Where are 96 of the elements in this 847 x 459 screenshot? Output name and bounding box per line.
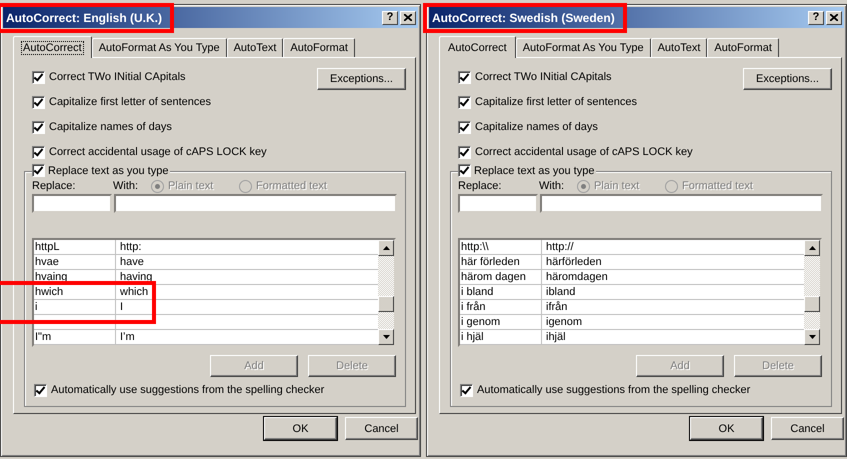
table-cell[interactable]: I"m bbox=[34, 330, 116, 344]
cancel-button[interactable]: Cancel bbox=[771, 417, 844, 440]
table-cell[interactable]: härom dagen bbox=[460, 270, 542, 284]
group-label: Replace text as you type bbox=[48, 164, 168, 176]
checkbox[interactable] bbox=[34, 384, 47, 396]
checkbox[interactable] bbox=[32, 120, 45, 134]
close-button[interactable] bbox=[826, 10, 842, 24]
table-cell[interactable]: ifrån bbox=[542, 300, 804, 314]
option-label: Correct TWo INitial CApitals bbox=[49, 71, 186, 83]
table-cell[interactable]: i genom bbox=[460, 315, 542, 329]
checkbox[interactable] bbox=[458, 70, 471, 84]
option-label: Capitalize names of days bbox=[49, 121, 172, 133]
checkbox[interactable] bbox=[32, 96, 45, 108]
radio-label: Plain text bbox=[594, 180, 640, 192]
close-icon bbox=[404, 14, 412, 21]
help-button[interactable]: ? bbox=[808, 10, 824, 24]
replace-field[interactable] bbox=[458, 194, 538, 213]
checkbox[interactable] bbox=[458, 120, 471, 134]
table-cell[interactable]: which bbox=[116, 285, 378, 299]
exceptions-button[interactable]: Exceptions... bbox=[317, 68, 406, 90]
cancel-button[interactable]: Cancel bbox=[345, 417, 418, 440]
option-label: Correct TWo INitial CApitals bbox=[475, 71, 612, 83]
table-cell[interactable]: having bbox=[116, 270, 378, 284]
table-cell[interactable]: I bbox=[116, 300, 378, 314]
option-label: Correct accidental usage of cAPS LOCK key bbox=[49, 146, 267, 158]
group-label: Replace text as you type bbox=[474, 164, 594, 176]
with-field[interactable] bbox=[540, 194, 823, 213]
scroll-thumb[interactable] bbox=[804, 296, 820, 312]
option-label: Correct accidental usage of cAPS LOCK key bbox=[475, 146, 693, 158]
close-icon bbox=[830, 14, 838, 21]
table-cell[interactable]: i från bbox=[460, 300, 542, 314]
tab[interactable]: AutoFormat bbox=[707, 38, 779, 57]
ok-button[interactable]: OK bbox=[690, 417, 763, 440]
up-arrow-icon bbox=[808, 246, 816, 250]
replace-field[interactable] bbox=[32, 194, 112, 213]
scroll-down-button[interactable] bbox=[378, 329, 394, 345]
table-cell[interactable]: härförleden bbox=[542, 255, 804, 269]
table-cell[interactable]: ihjäl bbox=[542, 330, 804, 344]
table-cell[interactable]: hvaing bbox=[34, 270, 116, 284]
table-cell[interactable]: http:// bbox=[542, 240, 804, 254]
table-cell[interactable]: have bbox=[116, 255, 378, 269]
checkbox[interactable] bbox=[32, 146, 45, 158]
table-cell[interactable]: ibland bbox=[542, 285, 804, 299]
tab[interactable]: AutoCorrect bbox=[439, 36, 516, 58]
replace-label: Replace: bbox=[32, 180, 76, 192]
option-label: Automatically use suggestions from the spelling checker bbox=[477, 384, 750, 396]
scrollbar[interactable] bbox=[378, 240, 394, 345]
radio-label: Plain text bbox=[168, 180, 214, 192]
close-button[interactable] bbox=[400, 10, 416, 24]
option-label: Automatically use suggestions from the spelling checker bbox=[51, 384, 324, 396]
scroll-up-button[interactable] bbox=[804, 240, 820, 256]
table-cell[interactable]: http: bbox=[116, 240, 378, 254]
with-field[interactable] bbox=[114, 194, 397, 213]
scroll-down-button[interactable] bbox=[804, 329, 820, 345]
checkbox[interactable] bbox=[32, 70, 45, 84]
table-cell[interactable]: i bland bbox=[460, 285, 542, 299]
tab[interactable]: AutoText bbox=[226, 38, 284, 57]
tab[interactable]: AutoCorrect bbox=[13, 36, 92, 58]
radio-label: Formatted text bbox=[682, 180, 753, 192]
option-label: Capitalize names of days bbox=[475, 121, 598, 133]
table-cell[interactable]: hwich bbox=[34, 285, 116, 299]
option-label: Capitalize first letter of sentences bbox=[49, 96, 212, 108]
option-label: Capitalize first letter of sentences bbox=[475, 96, 638, 108]
checkbox[interactable] bbox=[32, 164, 45, 177]
table-cell[interactable]: I’m bbox=[116, 330, 378, 344]
radio-label: Formatted text bbox=[256, 180, 327, 192]
window-title: AutoCorrect: Swedish (Sweden) bbox=[432, 10, 615, 24]
tab[interactable]: AutoFormat bbox=[283, 38, 355, 57]
up-arrow-icon bbox=[382, 246, 390, 250]
table-cell[interactable]: i hjäl bbox=[460, 330, 542, 344]
scroll-thumb[interactable] bbox=[378, 296, 394, 312]
tab[interactable]: AutoFormat As You Type bbox=[92, 38, 227, 57]
down-arrow-icon bbox=[382, 335, 390, 339]
with-label: With: bbox=[113, 180, 140, 192]
table-cell[interactable]: i bbox=[34, 300, 116, 314]
replace-label: Replace: bbox=[458, 180, 502, 192]
checkbox[interactable] bbox=[458, 96, 471, 108]
tab[interactable]: AutoFormat As You Type bbox=[516, 38, 651, 57]
help-button[interactable]: ? bbox=[382, 10, 398, 24]
table-cell[interactable]: häromdagen bbox=[542, 270, 804, 284]
table-cell[interactable]: httpL bbox=[34, 240, 116, 254]
scrollbar[interactable] bbox=[804, 240, 820, 345]
scroll-up-button[interactable] bbox=[378, 240, 394, 256]
tab[interactable]: AutoText bbox=[650, 38, 708, 57]
table-cell[interactable]: http:\\ bbox=[460, 240, 542, 254]
checkbox[interactable] bbox=[460, 384, 473, 396]
checkbox[interactable] bbox=[458, 164, 471, 177]
ok-button[interactable]: OK bbox=[264, 417, 337, 440]
table-cell[interactable]: hvae bbox=[34, 255, 116, 269]
down-arrow-icon bbox=[808, 335, 816, 339]
checkbox[interactable] bbox=[458, 146, 471, 158]
with-label: With: bbox=[539, 180, 566, 192]
exceptions-button[interactable]: Exceptions... bbox=[743, 68, 832, 90]
table-cell[interactable]: här förleden bbox=[460, 255, 542, 269]
table-cell[interactable]: igenom bbox=[542, 315, 804, 329]
window-title: AutoCorrect: English (U.K.) bbox=[6, 10, 162, 24]
